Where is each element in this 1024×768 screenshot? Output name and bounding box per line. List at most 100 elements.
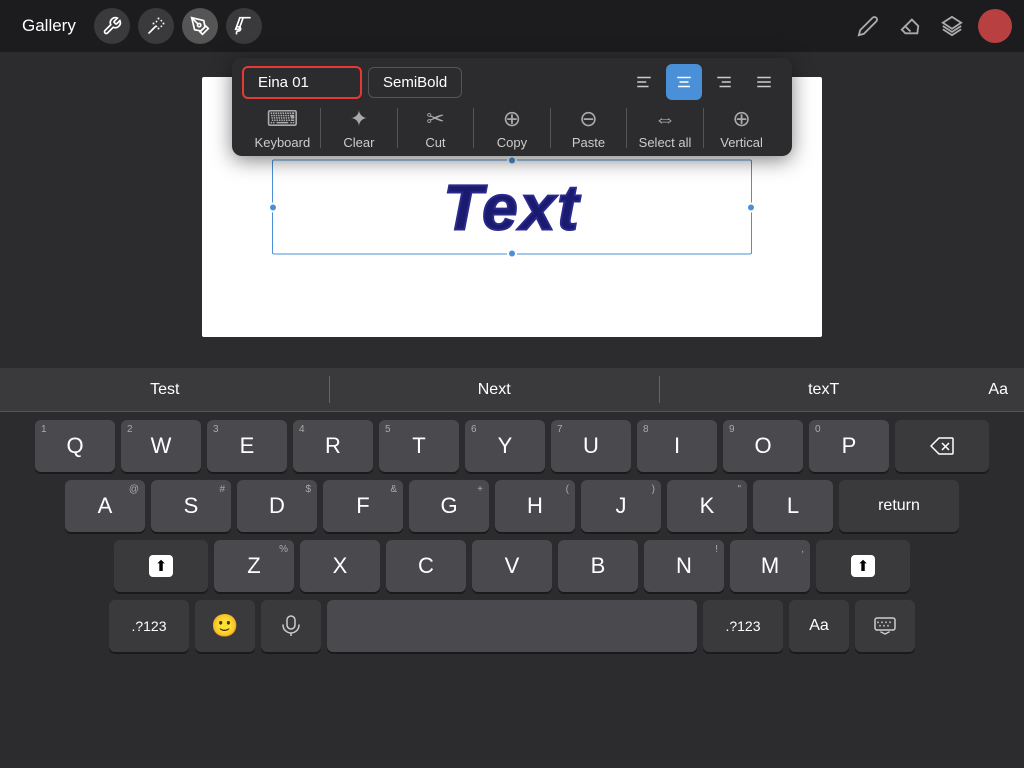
action-separator-3 [473, 108, 474, 148]
action-separator-1 [320, 108, 321, 148]
key-row-3: ⬆ % Z X C V B ! N , M [4, 540, 1020, 592]
key-k[interactable]: " K [667, 480, 747, 532]
key-i[interactable]: 8 I [637, 420, 717, 472]
key-p[interactable]: 0 P [809, 420, 889, 472]
key-return[interactable]: return [839, 480, 959, 532]
user-avatar[interactable] [978, 9, 1012, 43]
key-123-right[interactable]: .?123 [703, 600, 783, 652]
wrench-button[interactable] [94, 8, 130, 44]
key-n[interactable]: ! N [644, 540, 724, 592]
align-center-button[interactable] [666, 64, 702, 100]
key-shift-right[interactable]: ⬆ [816, 540, 910, 592]
keyboard-keys: 1 Q 2 W 3 E 4 R 5 T 6 Y [0, 412, 1024, 660]
key-aa[interactable]: Aa [789, 600, 849, 652]
handle-middle-left[interactable] [268, 202, 278, 212]
key-backspace[interactable] [895, 420, 989, 472]
autocomplete-text[interactable]: texT [659, 368, 988, 411]
vertical-icon: ⊕ [732, 106, 750, 132]
key-g[interactable]: + G [409, 480, 489, 532]
key-c[interactable]: C [386, 540, 466, 592]
keyboard-label: Keyboard [255, 135, 311, 150]
action-separator-2 [397, 108, 398, 148]
key-z[interactable]: % Z [214, 540, 294, 592]
shift-right-icon: ⬆ [851, 555, 876, 577]
n123-right-label: .?123 [725, 618, 760, 634]
aa-label: Aa [809, 617, 829, 635]
key-b[interactable]: B [558, 540, 638, 592]
copy-action-button[interactable]: ⊕ Copy [477, 106, 547, 150]
text-actions-row: ⌨ Keyboard ✦ Clear ✂ Cut ⊕ Copy ⊖ Paste … [242, 106, 782, 150]
action-separator-6 [703, 108, 704, 148]
handle-middle-right[interactable] [746, 202, 756, 212]
key-m[interactable]: , M [730, 540, 810, 592]
n123-left-label: .?123 [131, 618, 166, 634]
handle-bottom-center[interactable] [507, 249, 517, 259]
cut-action-button[interactable]: ✂ Cut [400, 106, 470, 150]
key-123-left[interactable]: .?123 [109, 600, 189, 652]
layers-icon[interactable] [936, 10, 968, 42]
key-w[interactable]: 2 W [121, 420, 201, 472]
align-right-button[interactable] [706, 64, 742, 100]
key-s[interactable]: # S [151, 480, 231, 532]
handle-top-center[interactable] [507, 156, 517, 166]
key-emoji[interactable]: 🙂 [195, 600, 255, 652]
clear-action-button[interactable]: ✦ Clear [324, 106, 394, 150]
action-separator-4 [550, 108, 551, 148]
key-row-4: .?123 🙂 .?123 Aa [4, 600, 1020, 652]
aa-button[interactable]: Aa [988, 381, 1024, 399]
key-e[interactable]: 3 E [207, 420, 287, 472]
key-row-2: @ A # S $ D & F + G ( H [4, 480, 1020, 532]
brush-button[interactable] [226, 8, 262, 44]
keyboard-icon: ⌨ [266, 106, 298, 132]
vertical-action-button[interactable]: ⊕ Vertical [707, 106, 777, 150]
action-separator-5 [626, 108, 627, 148]
key-mic[interactable] [261, 600, 321, 652]
key-q[interactable]: 1 Q [35, 420, 115, 472]
selectall-icon: ⇔ [654, 106, 676, 132]
paste-label: Paste [572, 135, 605, 150]
key-u[interactable]: 7 U [551, 420, 631, 472]
copy-icon: ⊕ [503, 106, 521, 132]
smudge-button[interactable] [182, 8, 218, 44]
key-t[interactable]: 5 T [379, 420, 459, 472]
clear-label: Clear [343, 135, 374, 150]
autocomplete-bar: Test Next texT Aa [0, 368, 1024, 412]
key-o[interactable]: 9 O [723, 420, 803, 472]
font-weight-selector[interactable]: SemiBold [368, 67, 462, 98]
key-x[interactable]: X [300, 540, 380, 592]
text-floating-toolbar: Eina 01 SemiBold [232, 58, 792, 156]
font-name-selector[interactable]: Eina 01 [242, 66, 362, 99]
gallery-button[interactable]: Gallery [12, 10, 86, 42]
key-j[interactable]: ) J [581, 480, 661, 532]
key-r[interactable]: 4 R [293, 420, 373, 472]
key-h[interactable]: ( H [495, 480, 575, 532]
align-left-button[interactable] [626, 64, 662, 100]
key-y[interactable]: 6 Y [465, 420, 545, 472]
magic-button[interactable] [138, 8, 174, 44]
text-selection-box[interactable]: Text [272, 160, 752, 255]
key-a[interactable]: @ A [65, 480, 145, 532]
key-keyboard-dismiss[interactable] [855, 600, 915, 652]
key-v[interactable]: V [472, 540, 552, 592]
autocomplete-next[interactable]: Next [329, 368, 658, 411]
clear-icon: ✦ [350, 106, 368, 132]
return-label: return [878, 497, 920, 515]
copy-label: Copy [497, 135, 527, 150]
selectall-label: Select all [639, 135, 692, 150]
keyboard-action-button[interactable]: ⌨ Keyboard [247, 106, 317, 150]
key-space[interactable] [327, 600, 697, 652]
key-l[interactable]: L [753, 480, 833, 532]
selectall-action-button[interactable]: ⇔ Select all [630, 106, 700, 150]
vertical-label: Vertical [720, 135, 763, 150]
align-justify-button[interactable] [746, 64, 782, 100]
top-toolbar: Gallery [0, 0, 1024, 52]
key-row-1: 1 Q 2 W 3 E 4 R 5 T 6 Y [4, 420, 1020, 472]
autocomplete-test[interactable]: Test [0, 368, 329, 411]
pen-line-icon[interactable] [852, 10, 884, 42]
eraser-icon[interactable] [894, 10, 926, 42]
key-d[interactable]: $ D [237, 480, 317, 532]
canvas-text: Text [443, 170, 580, 244]
paste-action-button[interactable]: ⊖ Paste [554, 106, 624, 150]
key-shift-left[interactable]: ⬆ [114, 540, 208, 592]
key-f[interactable]: & F [323, 480, 403, 532]
